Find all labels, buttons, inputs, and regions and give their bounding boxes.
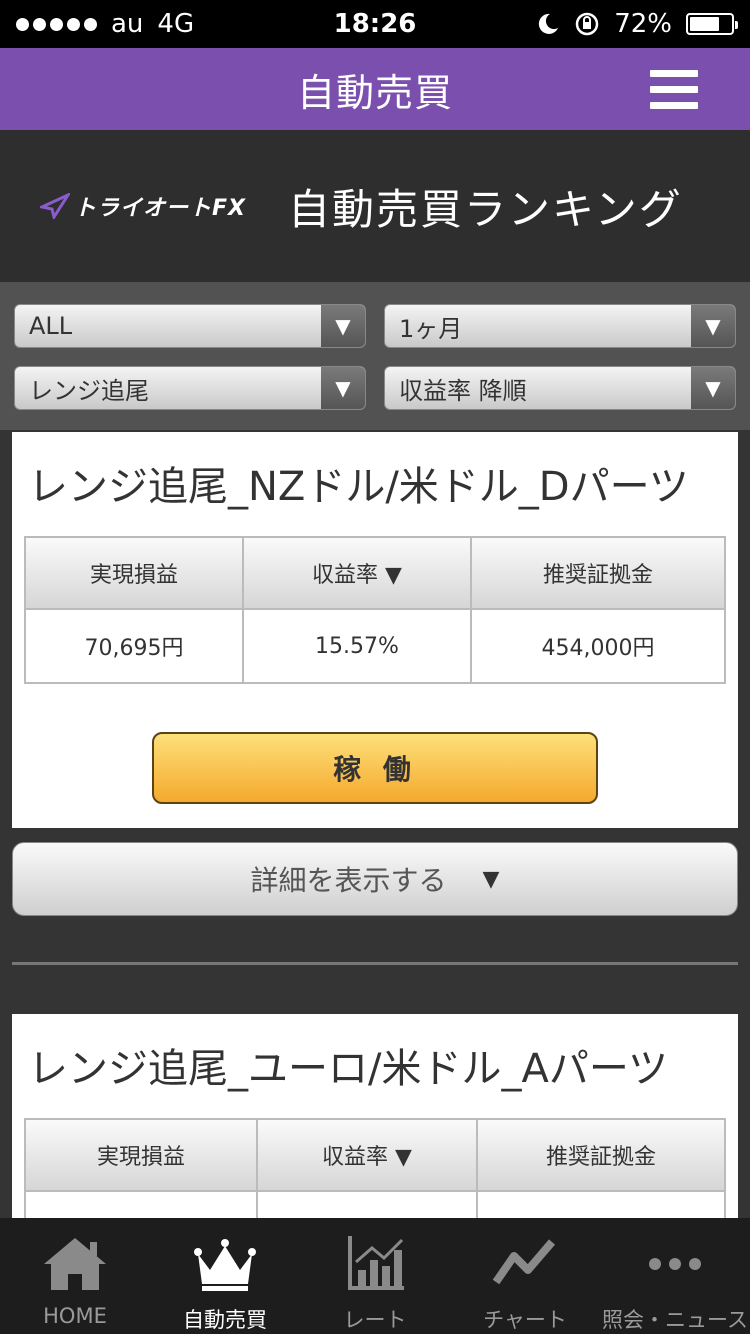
tab-auto-trade[interactable]: 自動売買 [150,1218,300,1334]
battery-icon [686,13,738,35]
tab-rate[interactable]: レート [300,1218,450,1334]
chevron-down-icon: ▼ [321,305,365,347]
run-button[interactable]: 稼 働 [152,732,598,804]
header-margin: 推奨証拠金 [470,536,726,610]
banner-title: 自動売買ランキング [288,184,683,234]
battery-percent: 72% [614,9,672,39]
ranking-banner: トライオートFX 自動売買ランキング [0,130,750,282]
card-title: レンジ追尾_NZドル/米ドル_Dパーツ [28,464,689,510]
ranking-card: レンジ追尾_NZドル/米ドル_Dパーツ 実現損益 収益率 ▼ 推奨証拠金 70,… [12,432,738,828]
home-icon [44,1238,106,1290]
hamburger-menu-icon[interactable] [650,70,698,110]
line-chart-icon [492,1239,556,1285]
table-header-row: 実現損益 収益率 ▼ 推奨証拠金 [24,1118,726,1192]
brand-name: トライオートFX [74,196,246,221]
tab-label: チャート [483,1308,567,1332]
show-details-button[interactable]: 詳細を表示する ▼ [12,842,738,916]
tab-home[interactable]: HOME [0,1218,150,1334]
card-title: レンジ追尾_ユーロ/米ドル_Aパーツ [28,1046,669,1092]
battery-level [690,17,719,31]
filter-panel: ALL ▼ 1ヶ月 ▼ レンジ追尾 ▼ 収益率 降順 ▼ [0,282,750,430]
crown-icon [194,1239,256,1291]
table-header-row: 実現損益 収益率 ▼ 推奨証拠金 [24,536,726,610]
currency-select[interactable]: ALL ▼ [14,304,366,348]
stats-table: 実現損益 収益率 ▼ 推奨証拠金 70,695円 15.57% 454,000円 [24,536,726,684]
ranking-card: レンジ追尾_ユーロ/米ドル_Aパーツ 実現損益 収益率 ▼ 推奨証拠金 [12,1014,738,1266]
header-realized: 実現損益 [24,1118,258,1192]
header-realized: 実現損益 [24,536,244,610]
cell-margin: 454,000円 [470,608,726,684]
tab-label: レート [343,1308,407,1332]
filter-row-2: レンジ追尾 ▼ 収益率 降順 ▼ [14,366,736,410]
filter-row-1: ALL ▼ 1ヶ月 ▼ [14,304,736,348]
chevron-down-icon: ▼ [321,367,365,409]
header-yield[interactable]: 収益率 ▼ [256,1118,478,1192]
sort-select-value: 収益率 降順 [399,376,527,405]
header-margin: 推奨証拠金 [476,1118,726,1192]
rate-chart-icon [348,1236,404,1290]
header-yield[interactable]: 収益率 ▼ [242,536,472,610]
tab-label: 照会・ニュース [602,1308,748,1332]
table-row: 70,695円 15.57% 454,000円 [24,608,726,684]
strategy-select[interactable]: レンジ追尾 ▼ [14,366,366,410]
signal-strength-icon [16,17,97,31]
sort-select[interactable]: 収益率 降順 ▼ [384,366,736,410]
tab-chart[interactable]: チャート [450,1218,600,1334]
show-details-label: 詳細を表示する [250,864,447,897]
divider [12,962,738,965]
triangle-down-icon: ▼ [482,866,500,892]
period-select-value: 1ヶ月 [399,314,463,343]
nav-title: 自動売買 [296,70,453,115]
tab-label: 自動売買 [183,1308,267,1332]
nav-bar: 自動売買 [0,48,750,130]
network-label: 4G [157,9,195,39]
chevron-down-icon: ▼ [691,367,735,409]
brand-logo: トライオートFX [40,190,246,222]
brand-arrow-icon [40,193,70,219]
chevron-down-icon: ▼ [691,305,735,347]
more-dots-icon [649,1258,701,1270]
rotation-lock-icon [575,12,599,36]
tab-inquiry-news[interactable]: 照会・ニュース [600,1218,750,1334]
tab-label: HOME [43,1304,107,1328]
status-left: au 4G [16,9,194,39]
carrier-label: au [111,9,144,39]
status-bar: au 4G 18:26 72% [0,0,750,48]
cell-realized: 70,695円 [24,608,244,684]
strategy-select-value: レンジ追尾 [29,376,149,405]
status-right: 72% [536,9,738,39]
currency-select-value: ALL [29,312,73,340]
moon-icon [539,13,559,34]
cell-yield: 15.57% [242,608,472,684]
tab-bar: HOME 自動売買 レート チャート 照会・ニュース [0,1218,750,1334]
period-select[interactable]: 1ヶ月 ▼ [384,304,736,348]
